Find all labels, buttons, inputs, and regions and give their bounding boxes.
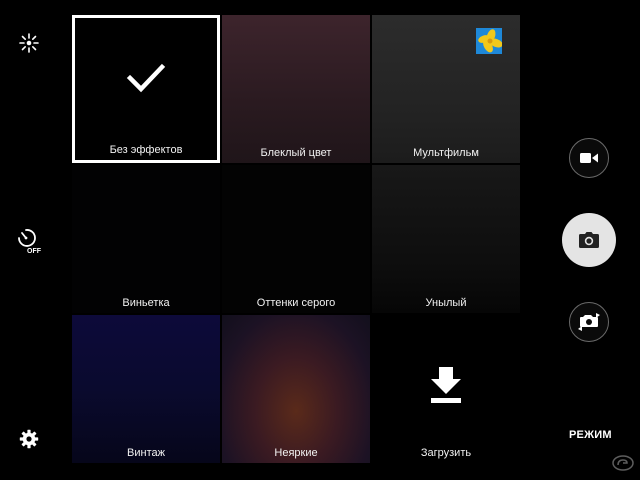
- filter-label: Винтаж: [127, 447, 165, 459]
- timer-off-badge: OFF: [27, 248, 42, 255]
- filter-tile-download[interactable]: Загрузить: [372, 315, 520, 463]
- camera-icon: [579, 232, 599, 248]
- timer-off-button[interactable]: OFF: [16, 226, 46, 256]
- flower-thumbnail: [476, 28, 502, 54]
- mode-button[interactable]: РЕЖИМ: [569, 429, 612, 441]
- filter-tile-vintage[interactable]: Винтаж: [72, 315, 220, 463]
- filter-label: Блеклый цвет: [260, 147, 332, 159]
- video-camera-icon: [580, 153, 598, 163]
- shutter-button[interactable]: [562, 213, 616, 267]
- download-icon: [372, 365, 520, 405]
- filter-label: Оттенки серого: [256, 297, 336, 309]
- timer-off-icon: OFF: [18, 229, 42, 255]
- filter-label: Виньетка: [122, 297, 170, 309]
- sparkle-icon: [19, 33, 39, 53]
- filter-tile-muted[interactable]: Неяркие: [222, 315, 370, 463]
- filter-label: Загрузить: [420, 447, 472, 459]
- switch-camera-icon: [578, 313, 600, 331]
- filter-label: Без эффектов: [109, 144, 183, 156]
- filter-grid: Без эффектов Блеклый цвет Мультфильм Вин…: [72, 15, 522, 465]
- checkmark-icon: [75, 62, 217, 94]
- filter-label: Мультфильм: [413, 147, 479, 159]
- gallery-thumbnail[interactable]: [476, 28, 502, 54]
- filter-tile-vignette[interactable]: Виньетка: [72, 165, 220, 313]
- filter-tile-no-effects[interactable]: Без эффектов: [72, 15, 220, 163]
- filter-label: Унылый: [425, 297, 467, 309]
- switch-camera-button[interactable]: [569, 302, 609, 342]
- left-control-rail: OFF: [0, 0, 60, 480]
- filter-tile-gloomy[interactable]: Унылый: [372, 165, 520, 313]
- record-video-button[interactable]: [569, 138, 609, 178]
- site-watermark-logo: [612, 455, 634, 476]
- filter-tile-faded-color[interactable]: Блеклый цвет: [222, 15, 370, 163]
- settings-button[interactable]: [14, 424, 44, 454]
- filter-label: Неяркие: [274, 447, 318, 459]
- filter-tile-grayscale[interactable]: Оттенки серого: [222, 165, 370, 313]
- gear-icon: [19, 429, 39, 449]
- effects-adjust-button[interactable]: [14, 28, 44, 58]
